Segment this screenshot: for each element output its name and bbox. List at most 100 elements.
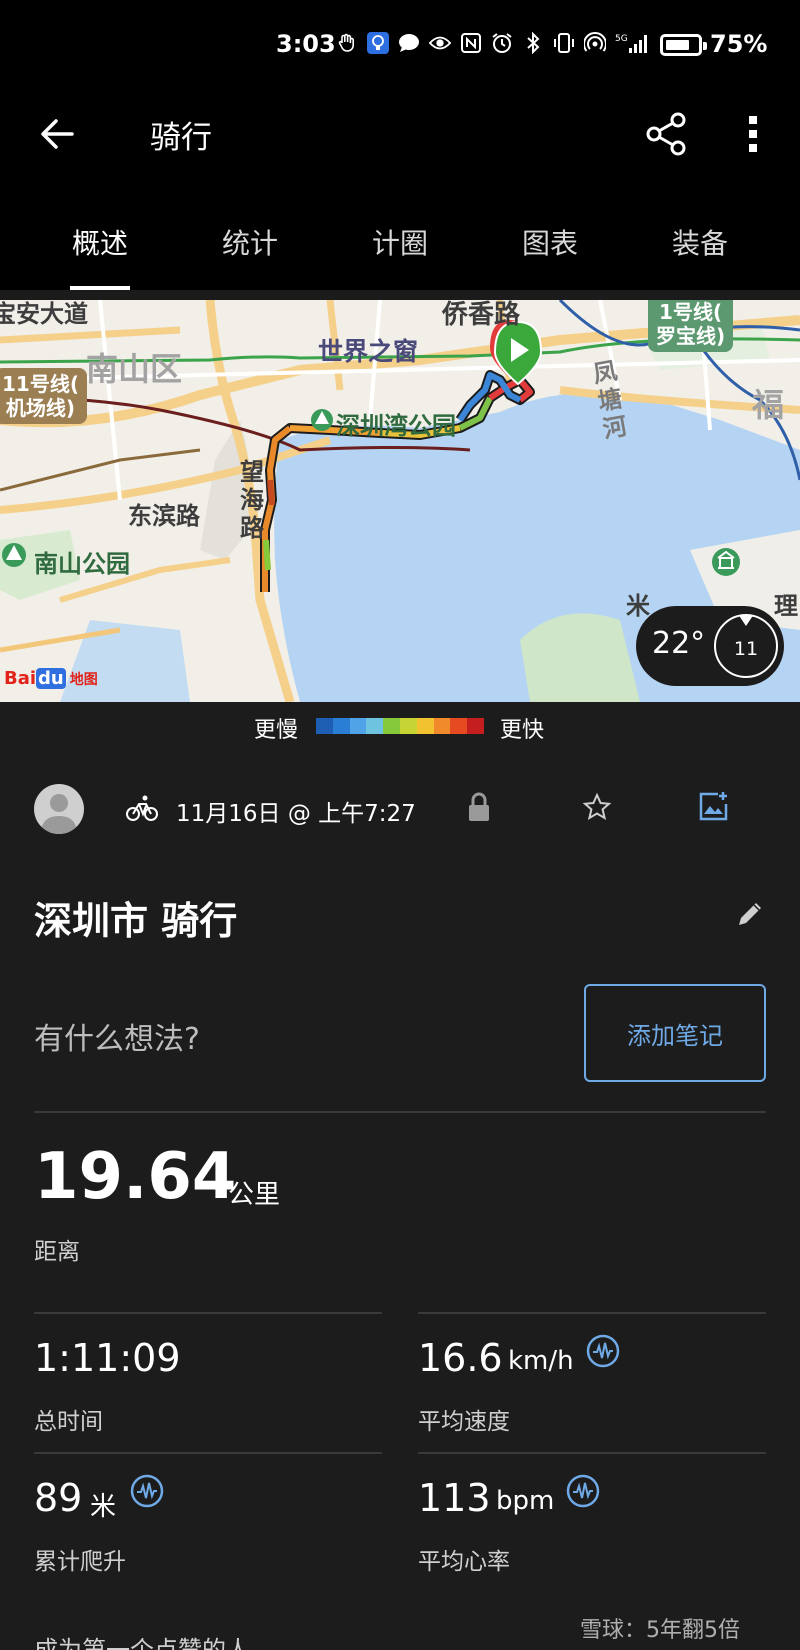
tab-overview[interactable]: 概述 [40,222,160,262]
map-label-nanshan-park: 南山公园 [34,550,130,578]
bike-icon [126,794,158,822]
tab-gear[interactable]: 装备 [640,222,760,262]
lock-icon[interactable] [466,792,492,822]
avg-hr-unit: bpm [496,1486,555,1516]
signal-icon: 5G [615,32,649,54]
elevation-gain-value: 89 [34,1476,83,1520]
legend-color-bar [316,718,484,734]
elevation-gain-unit: 米 [90,1492,117,1522]
tab-separator [0,290,800,300]
wind-direction-icon: 11 [714,614,778,678]
legend-swatch [450,718,468,734]
baidu-logo: Bai du 地图 [4,668,98,689]
more-vert-icon [749,116,757,152]
route-map[interactable]: 侨香路 宝安大道 南山区 世界之窗 东滨路 南山公园 深圳湾公园 望海路 凤塘河… [0,300,800,702]
elevation-gain-label: 累计爬升 [34,1549,126,1575]
app-bar: 骑行 [0,92,800,176]
legend-swatch [366,718,384,734]
watermark: 雪球：5年翻5倍 [580,1618,740,1643]
distance-unit: 公里 [228,1180,281,1210]
avatar[interactable] [34,784,84,834]
wind-speed: 11 [733,638,759,660]
star-icon[interactable] [582,792,612,822]
back-arrow-icon [41,119,74,149]
tab-stats[interactable]: 统计 [190,222,310,262]
legend-swatch [399,718,417,734]
user-icon [41,794,77,834]
alarm-icon [491,32,513,54]
divider [34,1452,382,1454]
legend-swatch [467,718,484,734]
divider [418,1312,766,1314]
legend-fast-label: 更快 [500,718,545,743]
avg-hr-value: 113 [418,1476,491,1520]
legend-swatch [332,718,350,734]
avg-speed-value: 16.6 [418,1336,503,1380]
tab-charts[interactable]: 图表 [490,222,610,262]
legend-swatch [383,718,400,734]
activity-details: 11月16日 @ 上午7:27 深圳市 骑行 有什么想法? 添加笔记 19.64… [0,750,800,1650]
insight-wave-icon[interactable] [566,1474,600,1508]
share-icon [646,112,686,156]
map-label-nanshan-district: 南山区 [86,350,183,388]
page-title: 骑行 [150,120,212,156]
divider [34,1312,382,1314]
chat-icon [398,32,420,54]
share-button[interactable] [642,110,690,158]
bluetooth-icon [522,32,544,54]
speed-legend: 更慢 更快 [0,702,800,750]
map-label-mangrove: 米 [626,592,650,620]
map-label-baoan-avenue: 宝安大道 [0,300,88,328]
activity-date: 11月16日 @ 上午7:27 [176,801,416,827]
legend-swatch [349,718,367,734]
hotspot-icon [584,32,606,54]
avg-speed-label: 平均速度 [418,1409,510,1435]
edit-pencil-icon[interactable] [734,898,766,930]
total-time-value: 1:11:09 [34,1336,181,1380]
metro-label-line11: 11号线( 机场线) [0,368,87,424]
avg-speed-unit: km/h [508,1346,574,1376]
legend-slow-label: 更慢 [254,718,299,743]
map-label-shenzhen-bay-park: 深圳湾公园 [336,412,456,440]
map-label-dongbin-road: 东滨路 [128,502,200,530]
map-label-li: 理 [774,592,798,620]
avg-hr-label: 平均心率 [418,1549,510,1575]
back-button[interactable] [36,112,80,156]
tab-laps[interactable]: 计圈 [340,222,460,262]
battery-percent: 75% [710,30,768,58]
svg-text:5G: 5G [615,34,628,44]
insight-wave-icon[interactable] [130,1474,164,1508]
add-note-button[interactable]: 添加笔记 [584,984,766,1082]
battery-level [666,40,689,50]
map-label-futian: 福 [752,386,785,424]
map-label-qiaoxiang-road: 侨香路 [442,300,521,330]
metro-label-line1: 1号线( 罗宝线) [648,300,734,352]
bulb-icon [367,32,389,54]
legend-swatch [416,718,434,734]
status-bar: 3:03 5G 75% [0,0,800,92]
divider [418,1452,766,1454]
add-photo-icon[interactable] [698,790,730,822]
hand-icon [336,32,358,54]
like-prompt[interactable]: 成为第一个点赞的人 [34,1630,250,1650]
vibrate-icon [553,32,575,54]
map-label-window-of-world: 世界之窗 [318,337,419,366]
note-prompt[interactable]: 有什么想法? [34,1014,200,1058]
status-icons: 5G [336,32,649,54]
total-time-label: 总时间 [34,1409,103,1435]
insight-wave-icon[interactable] [586,1334,620,1368]
weather-temperature: 22° [652,626,706,661]
weather-pill: 22° 11 [636,606,784,686]
activity-name: 深圳市 骑行 [34,899,238,943]
status-time: 3:03 [276,30,336,58]
divider [34,1111,766,1113]
nfc-icon [460,32,482,54]
eye-icon [429,32,451,54]
map-label-wanghai-road: 望海路 [240,458,264,542]
distance-value: 19.64 [34,1140,237,1214]
legend-swatch [316,718,333,734]
distance-label: 距离 [34,1239,80,1265]
battery-icon [660,34,707,56]
more-options-button[interactable] [738,110,768,158]
legend-swatch [433,718,451,734]
